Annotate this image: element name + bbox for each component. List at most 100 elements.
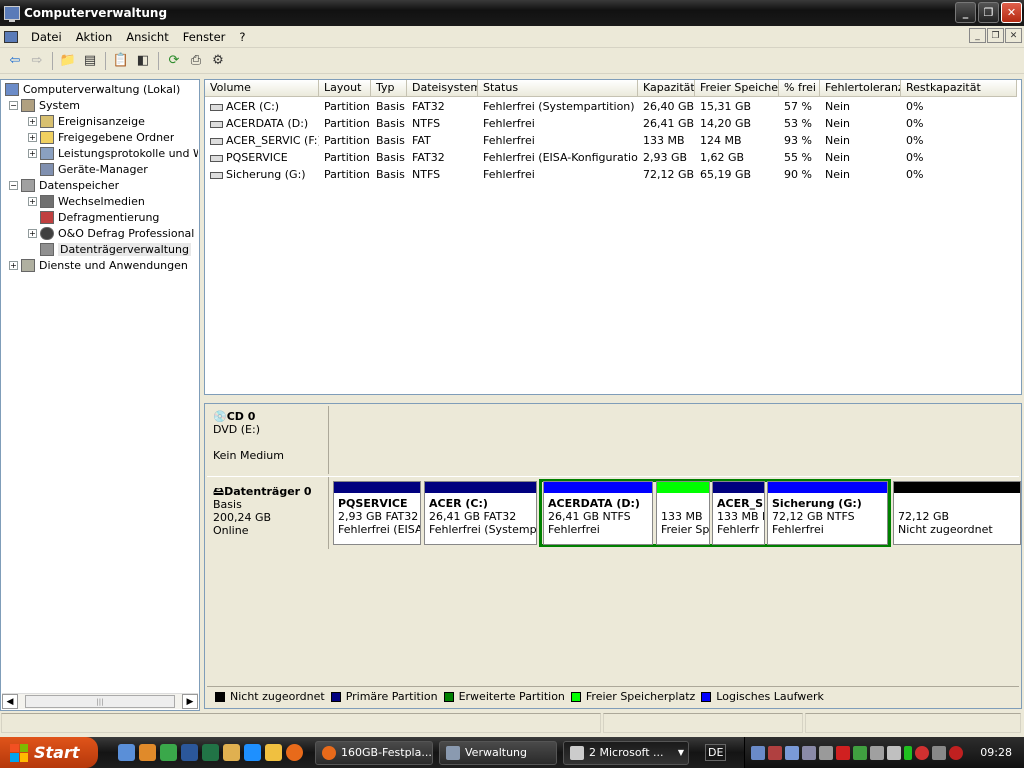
column-header-freier-speicher[interactable]: Freier Speicher xyxy=(695,80,779,97)
column-header-fehlertoleranz[interactable]: Fehlertoleranz xyxy=(820,80,901,97)
security-icon[interactable] xyxy=(836,745,850,760)
window-titlebar[interactable]: Computerverwaltung _ ❐ ✕ xyxy=(0,0,1024,26)
partition-block[interactable]: Sicherung (G:) 72,12 GB NTFS Fehlerfrei xyxy=(767,481,888,545)
settings-icon[interactable] xyxy=(139,744,156,761)
cd-info[interactable]: 💿CD 0 DVD (E:) Kein Medium xyxy=(207,406,329,474)
excel-icon[interactable] xyxy=(202,744,219,761)
table-row[interactable]: ACERDATA (D:) Partition Basis NTFS Fehlerfre… xyxy=(205,115,1017,132)
partition-block[interactable]: 133 MB Freier Sp xyxy=(656,481,710,545)
tree-root[interactable]: Computerverwaltung (Lokal) xyxy=(5,81,180,97)
media-player-icon[interactable] xyxy=(160,744,177,761)
tree-item-wechselmedien[interactable]: + Wechselmedien xyxy=(28,193,145,209)
menu-ansicht[interactable]: Ansicht xyxy=(119,30,175,44)
mdi-close-button[interactable]: ✕ xyxy=(1005,28,1022,43)
ie-icon[interactable] xyxy=(118,744,135,761)
clock[interactable]: 09:28 xyxy=(980,746,1012,759)
tree-item-leistungsprotokolle[interactable]: + Leistungsprotokolle und Wa xyxy=(28,145,198,161)
settings-icon[interactable]: ⚙ xyxy=(207,51,229,71)
menu-fenster[interactable]: Fenster xyxy=(176,30,233,44)
scroll-thumb[interactable]: ||| xyxy=(25,695,175,708)
usb-icon[interactable] xyxy=(870,745,884,760)
task-firefox[interactable]: 160GB-Festpla... xyxy=(315,740,433,765)
column-header-layout[interactable]: Layout xyxy=(319,80,371,97)
table-row[interactable]: Sicherung (G:) Partition Basis NTFS Fehlerfr… xyxy=(205,166,1017,183)
outlook-icon[interactable] xyxy=(223,744,240,761)
close-button[interactable]: ✕ xyxy=(1001,2,1022,23)
export-icon[interactable]: ⎙ xyxy=(185,51,207,71)
up-folder-icon[interactable]: 📁 xyxy=(57,51,79,71)
tree-item-datentraegerverwaltung[interactable]: Datenträgerverwaltung xyxy=(40,241,191,257)
app-icon[interactable] xyxy=(4,30,18,43)
mdi-minimize-button[interactable]: _ xyxy=(969,28,986,43)
column-header-volume[interactable]: Volume xyxy=(205,80,319,97)
update-icon[interactable] xyxy=(853,745,867,760)
power-icon[interactable] xyxy=(949,745,963,760)
partition-block[interactable]: PQSERVICE 2,93 GB FAT32 Fehlerfrei (EISA xyxy=(333,481,421,545)
back-arrow-icon[interactable]: ⇦ xyxy=(4,51,26,71)
battery-icon[interactable] xyxy=(904,745,912,760)
partition-block[interactable]: ACERDATA (D:) 26,41 GB NTFS Fehlerfrei xyxy=(543,481,653,545)
expand-icon[interactable]: + xyxy=(28,228,37,238)
minimize-button[interactable]: _ xyxy=(955,2,976,23)
column-header-typ[interactable]: Typ xyxy=(371,80,407,97)
collapse-icon[interactable]: − xyxy=(9,100,18,110)
tree-item-freigegebene-ordner[interactable]: + Freigegebene Ordner xyxy=(28,129,174,145)
tree-item-defragmentierung[interactable]: Defragmentierung xyxy=(40,209,159,225)
scroll-right-icon[interactable]: ▶ xyxy=(182,694,198,709)
column-header-dateisystem[interactable]: Dateisystem xyxy=(407,80,478,97)
table-row[interactable]: PQSERVICE Partition Basis FAT32 Fehlerfrei (… xyxy=(205,149,1017,166)
disk-info[interactable]: 🖴Datenträger 0 Basis 200,24 GB Online xyxy=(207,477,329,549)
tree-item-system[interactable]: − System xyxy=(9,97,80,113)
word-icon[interactable] xyxy=(181,744,198,761)
network-icon[interactable] xyxy=(785,745,799,760)
menu-help[interactable]: ? xyxy=(232,30,252,44)
start-button[interactable]: Start xyxy=(0,737,98,768)
expand-icon[interactable]: + xyxy=(28,132,37,142)
tree-item-dienste[interactable]: + Dienste und Anwendungen xyxy=(9,257,188,273)
tree-hscrollbar[interactable]: ◀ ||| ▶ xyxy=(2,693,198,709)
expand-icon[interactable]: + xyxy=(28,116,37,126)
display-icon[interactable] xyxy=(802,745,816,760)
panel-icon[interactable]: ◧ xyxy=(132,51,154,71)
tree-item-geraete-manager[interactable]: Geräte-Manager xyxy=(40,161,148,177)
network-icon[interactable] xyxy=(751,745,765,760)
expand-icon[interactable]: + xyxy=(9,260,18,270)
menu-aktion[interactable]: Aktion xyxy=(69,30,120,44)
table-row[interactable]: ACER (C:) Partition Basis FAT32 Fehlerfrei (… xyxy=(205,98,1017,115)
show-tree-icon[interactable]: ▤ xyxy=(79,51,101,71)
collapse-icon[interactable]: − xyxy=(9,180,18,190)
table-row[interactable]: ACER_SERVIC (F:) Partition Basis FAT Fehlerf… xyxy=(205,132,1017,149)
folder-icon[interactable] xyxy=(265,744,282,761)
restore-button[interactable]: ❐ xyxy=(978,2,999,23)
expand-icon[interactable]: + xyxy=(28,148,37,158)
cell-volume: ACERDATA (D:) xyxy=(205,115,319,132)
wireless-icon[interactable] xyxy=(887,745,901,760)
cd-area[interactable] xyxy=(329,406,1021,474)
menu-datei[interactable]: Datei xyxy=(24,30,69,44)
firefox-icon[interactable] xyxy=(286,744,303,761)
refresh-icon[interactable]: ⟳ xyxy=(163,51,185,71)
tree-item-ereignisanzeige[interactable]: + Ereignisanzeige xyxy=(28,113,145,129)
column-header-kapazitaet[interactable]: Kapazität xyxy=(638,80,695,97)
partition-block[interactable]: 72,12 GB Nicht zugeordnet xyxy=(893,481,1021,545)
task-verwaltung[interactable]: Verwaltung xyxy=(439,740,557,765)
expand-icon[interactable]: + xyxy=(28,196,37,206)
column-header-restkapazitaet[interactable]: Restkapazität xyxy=(901,80,1017,97)
task-microsoft-group[interactable]: 2 Microsoft ... ▼ xyxy=(563,740,689,765)
tree-item-datenspeicher[interactable]: − Datenspeicher xyxy=(9,177,119,193)
language-indicator[interactable]: DE xyxy=(705,744,727,761)
column-header-status[interactable]: Status xyxy=(478,80,638,97)
properties-icon[interactable]: 📋 xyxy=(110,51,132,71)
mdi-restore-button[interactable]: ❐ xyxy=(987,28,1004,43)
partition-block[interactable]: ACER_S 133 MB I Fehlerfr xyxy=(712,481,765,545)
scroll-left-icon[interactable]: ◀ xyxy=(2,694,18,709)
tree-item-oo-defrag[interactable]: + O&O Defrag Professional Ed xyxy=(28,225,198,241)
explorer-icon[interactable] xyxy=(244,744,261,761)
column-header-prozent-frei[interactable]: % frei xyxy=(779,80,820,97)
forward-arrow-icon[interactable]: ⇨ xyxy=(26,51,48,71)
volume-icon[interactable] xyxy=(932,745,946,760)
partition-block[interactable]: ACER (C:) 26,41 GB FAT32 Fehlerfrei (Syste… xyxy=(424,481,537,545)
antivirus-icon[interactable] xyxy=(915,745,929,760)
audio-icon[interactable] xyxy=(819,745,833,760)
network-disabled-icon[interactable] xyxy=(768,745,782,760)
